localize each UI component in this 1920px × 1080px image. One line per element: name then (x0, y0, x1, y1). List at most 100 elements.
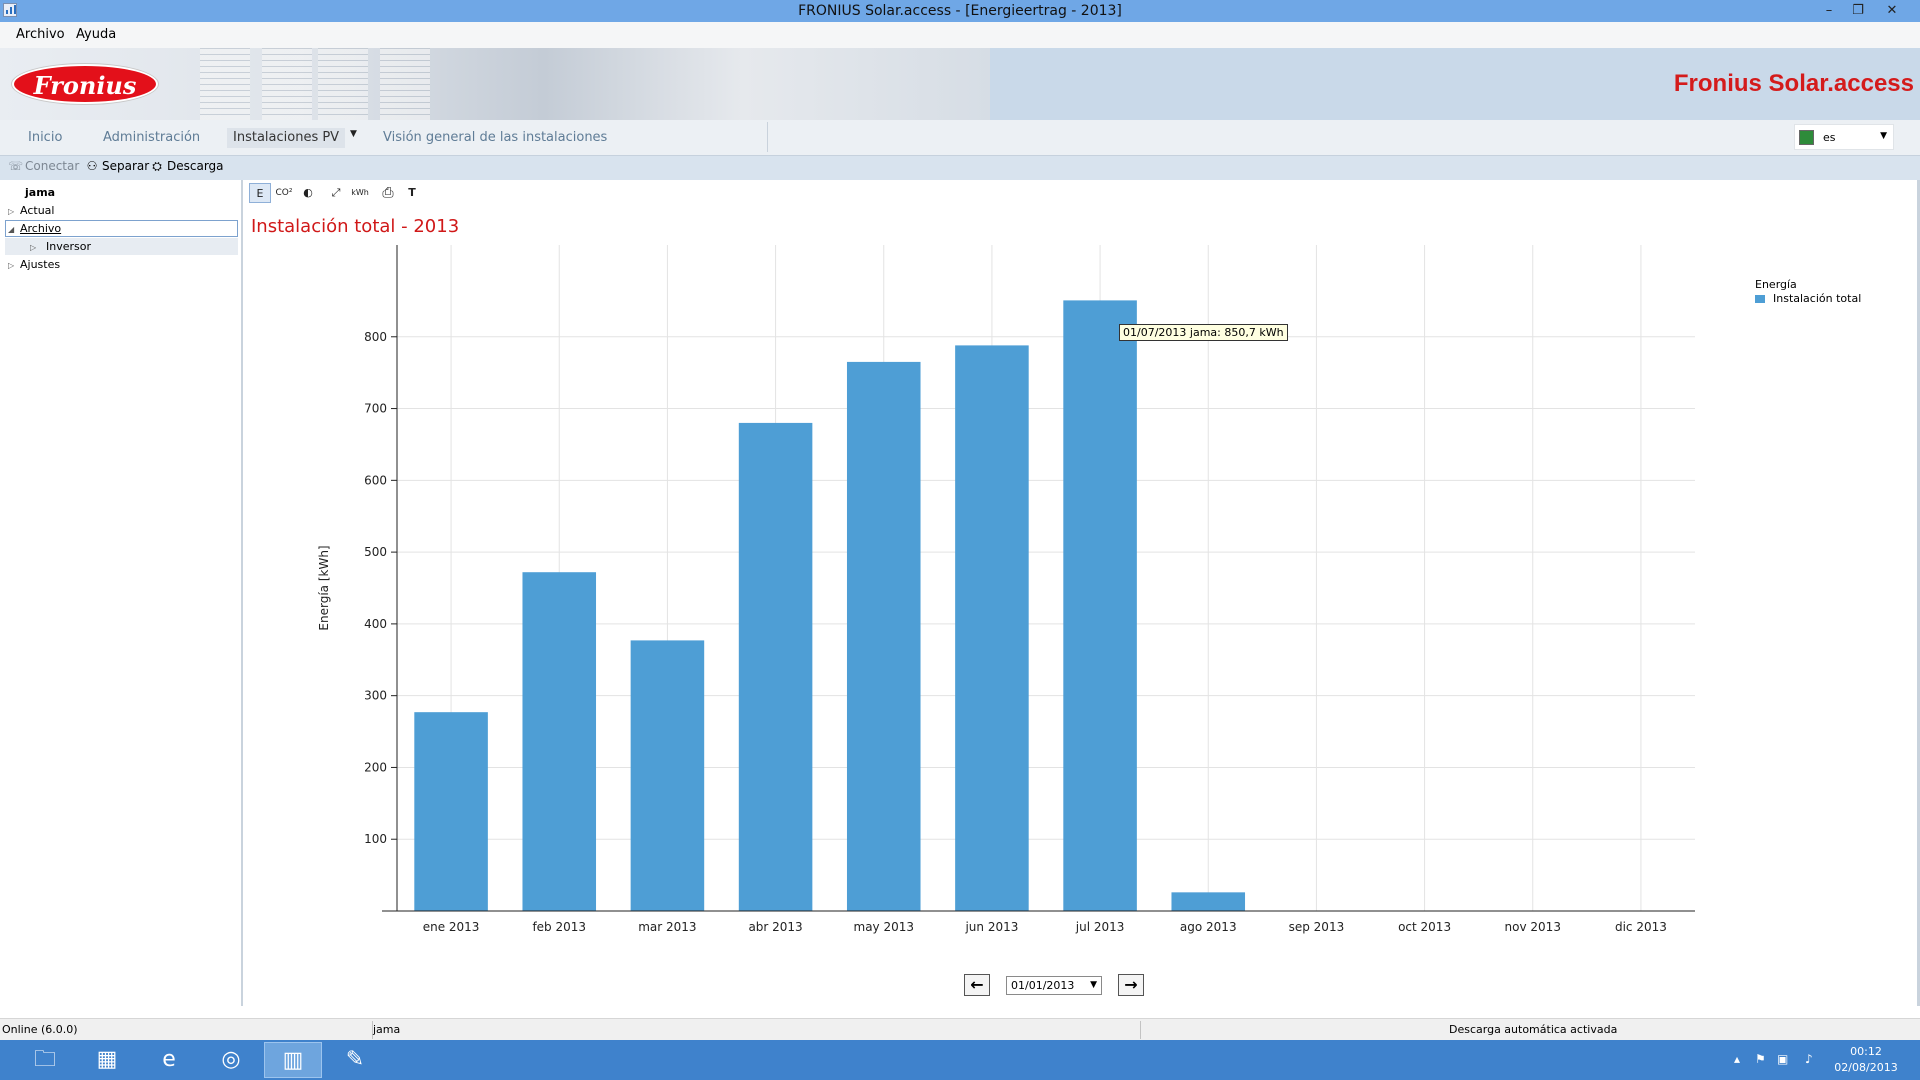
language-select[interactable]: es ▼ (1794, 124, 1894, 150)
connect-button[interactable]: ☏ Conectar (8, 159, 79, 177)
y-axis-label: Energía [kWh] (317, 545, 331, 630)
clock-time: 00:12 (1850, 1045, 1882, 1058)
bar (955, 345, 1029, 911)
chevron-down-icon[interactable]: ▼ (350, 129, 357, 139)
nav-bar: Inicio Administración Instalaciones PV ▼… (0, 120, 1920, 156)
collapse-icon[interactable]: ◢ (8, 221, 20, 238)
fronius-logo: Fronius (12, 64, 158, 104)
bar (522, 572, 597, 911)
taskbar-clock[interactable]: 00:12 02/08/2013 (1830, 1044, 1902, 1076)
bar (1171, 892, 1246, 911)
minimize-button[interactable]: – (1817, 2, 1841, 19)
bar (846, 361, 921, 911)
y-tick-label: 500 (364, 545, 387, 559)
x-tick-label: jun 2013 (964, 920, 1018, 934)
status-plant: jama (373, 1023, 401, 1036)
internet-explorer-icon[interactable]: e (140, 1042, 198, 1078)
language-flag-icon (1799, 130, 1814, 145)
bar (414, 712, 488, 911)
y-tick-label: 700 (364, 402, 387, 416)
x-tick-label: mar 2013 (638, 920, 696, 934)
x-tick-label: feb 2013 (532, 920, 586, 934)
y-tick-label: 300 (364, 689, 387, 703)
solar-access-icon[interactable]: ▥ (264, 1042, 322, 1078)
nav-divider (767, 122, 768, 152)
legend-item[interactable]: Instalación total (1755, 292, 1861, 305)
paint-icon[interactable]: ✎ (326, 1042, 384, 1078)
download-button[interactable]: ⛭ Descarga (150, 159, 223, 177)
control-panel-icon[interactable]: ▦ (78, 1042, 136, 1078)
status-divider (1140, 1021, 1141, 1039)
tree-item-inversor[interactable]: ▷ Inversor (30, 238, 91, 255)
tree-item-archivo[interactable]: ◢ Archivo (8, 220, 61, 237)
language-code: es (1823, 131, 1836, 144)
file-explorer-icon[interactable]: 🗀 (16, 1042, 74, 1078)
x-tick-label: ago 2013 (1180, 920, 1237, 934)
status-online: Online (6.0.0) (2, 1023, 78, 1036)
restore-button[interactable]: ❐ (1846, 2, 1870, 19)
tab-instalaciones-pv[interactable]: Instalaciones PV (227, 128, 346, 148)
bar-chart: 100 200 300 400 500 600 700 800 ene 2013 feb 2013… (317, 245, 1695, 934)
clock-date: 02/08/2013 (1834, 1061, 1898, 1074)
y-tick-label: 200 (364, 760, 387, 774)
title-bar: FRONIUS Solar.access - [Energieertrag - … (0, 0, 1920, 22)
next-year-button[interactable]: → (1118, 974, 1144, 996)
tree-root[interactable]: jama (25, 184, 55, 201)
taskbar: 🗀 ▦ e ◎ ▥ ✎ ▴ ⚑ ▣ ♪ 00:12 02/08/2013 (0, 1040, 1920, 1080)
expand-icon[interactable]: ▷ (30, 239, 42, 256)
y-tick-label: 800 (364, 330, 387, 344)
tree-item-ajustes[interactable]: ▷ Ajustes (8, 256, 60, 273)
disconnect-button[interactable]: ⚇ Separar (85, 159, 150, 177)
app-swirl-icon[interactable]: ◎ (202, 1042, 260, 1078)
plant-tree: jama ▷ Actual ◢ Archivo ▷ Inversor ▷ Ajustes (0, 180, 243, 1006)
plug-icon: ⚇ (86, 159, 98, 173)
date-navigation: ← 01/01/2013 ▼ → (245, 974, 1920, 1000)
legend-swatch (1755, 295, 1765, 303)
legend-title: Energía (1755, 278, 1797, 291)
x-tick-label: sep 2013 (1289, 920, 1345, 934)
chevron-down-icon[interactable]: ▼ (1090, 977, 1097, 994)
menu-bar: Archivo Ayuda (0, 22, 1920, 48)
flag-icon[interactable]: ⚑ (1755, 1052, 1766, 1066)
arrow-right-icon: → (1124, 975, 1138, 994)
window-title: FRONIUS Solar.access - [Energieertrag - … (798, 3, 1122, 19)
y-tick-label: 100 (364, 832, 387, 846)
close-button[interactable]: ✕ (1880, 2, 1904, 19)
menu-help[interactable]: Ayuda (76, 27, 116, 42)
phone-icon: ☏ (8, 159, 24, 173)
tab-administracion[interactable]: Administración (97, 128, 206, 148)
tab-inicio[interactable]: Inicio (22, 128, 68, 148)
x-tick-label: abr 2013 (748, 920, 802, 934)
product-name: Fronius Solar.access (1673, 70, 1914, 97)
x-tick-label: jul 2013 (1075, 920, 1125, 934)
expand-icon[interactable]: ▷ (8, 257, 20, 274)
tab-vision-general[interactable]: Visión general de las instalaciones (377, 128, 613, 148)
arrow-left-icon: ← (970, 975, 984, 994)
date-picker[interactable]: 01/01/2013 ▼ (1006, 976, 1102, 995)
menu-file[interactable]: Archivo (16, 27, 65, 42)
banner: Fronius Fronius Solar.access (0, 48, 1920, 120)
status-auto-download: Descarga automática activada (1449, 1023, 1618, 1036)
status-bar: Online (6.0.0) jama Descarga automática … (0, 1018, 1920, 1040)
bar-tooltip: 01/07/2013 jama: 850,7 kWh (1119, 324, 1288, 341)
x-tick-label: nov 2013 (1505, 920, 1561, 934)
volume-icon[interactable]: ♪ (1805, 1052, 1813, 1066)
y-tick-label: 600 (364, 473, 387, 487)
chart-pane: E CO² ◐ ⤢ kWh ⎙ T Instalación total - 20… (245, 180, 1920, 1006)
bar (738, 422, 813, 911)
bar (1063, 300, 1137, 911)
download-icon: ⛭ (152, 159, 162, 173)
x-tick-label: dic 2013 (1615, 920, 1667, 934)
x-tick-label: ene 2013 (423, 920, 480, 934)
tray-chevron-up-icon[interactable]: ▴ (1734, 1052, 1740, 1066)
expand-icon[interactable]: ▷ (8, 203, 20, 220)
tree-item-actual[interactable]: ▷ Actual (8, 202, 54, 219)
previous-year-button[interactable]: ← (964, 974, 990, 996)
y-tick-label: 400 (364, 617, 387, 631)
x-tick-label: may 2013 (854, 920, 915, 934)
chevron-down-icon: ▼ (1880, 131, 1887, 141)
bar (630, 640, 705, 911)
x-tick-label: oct 2013 (1398, 920, 1451, 934)
connection-toolbar: ☏ Conectar ⚇ Separar ⛭ Descarga (0, 156, 1920, 180)
network-icon[interactable]: ▣ (1777, 1052, 1788, 1066)
